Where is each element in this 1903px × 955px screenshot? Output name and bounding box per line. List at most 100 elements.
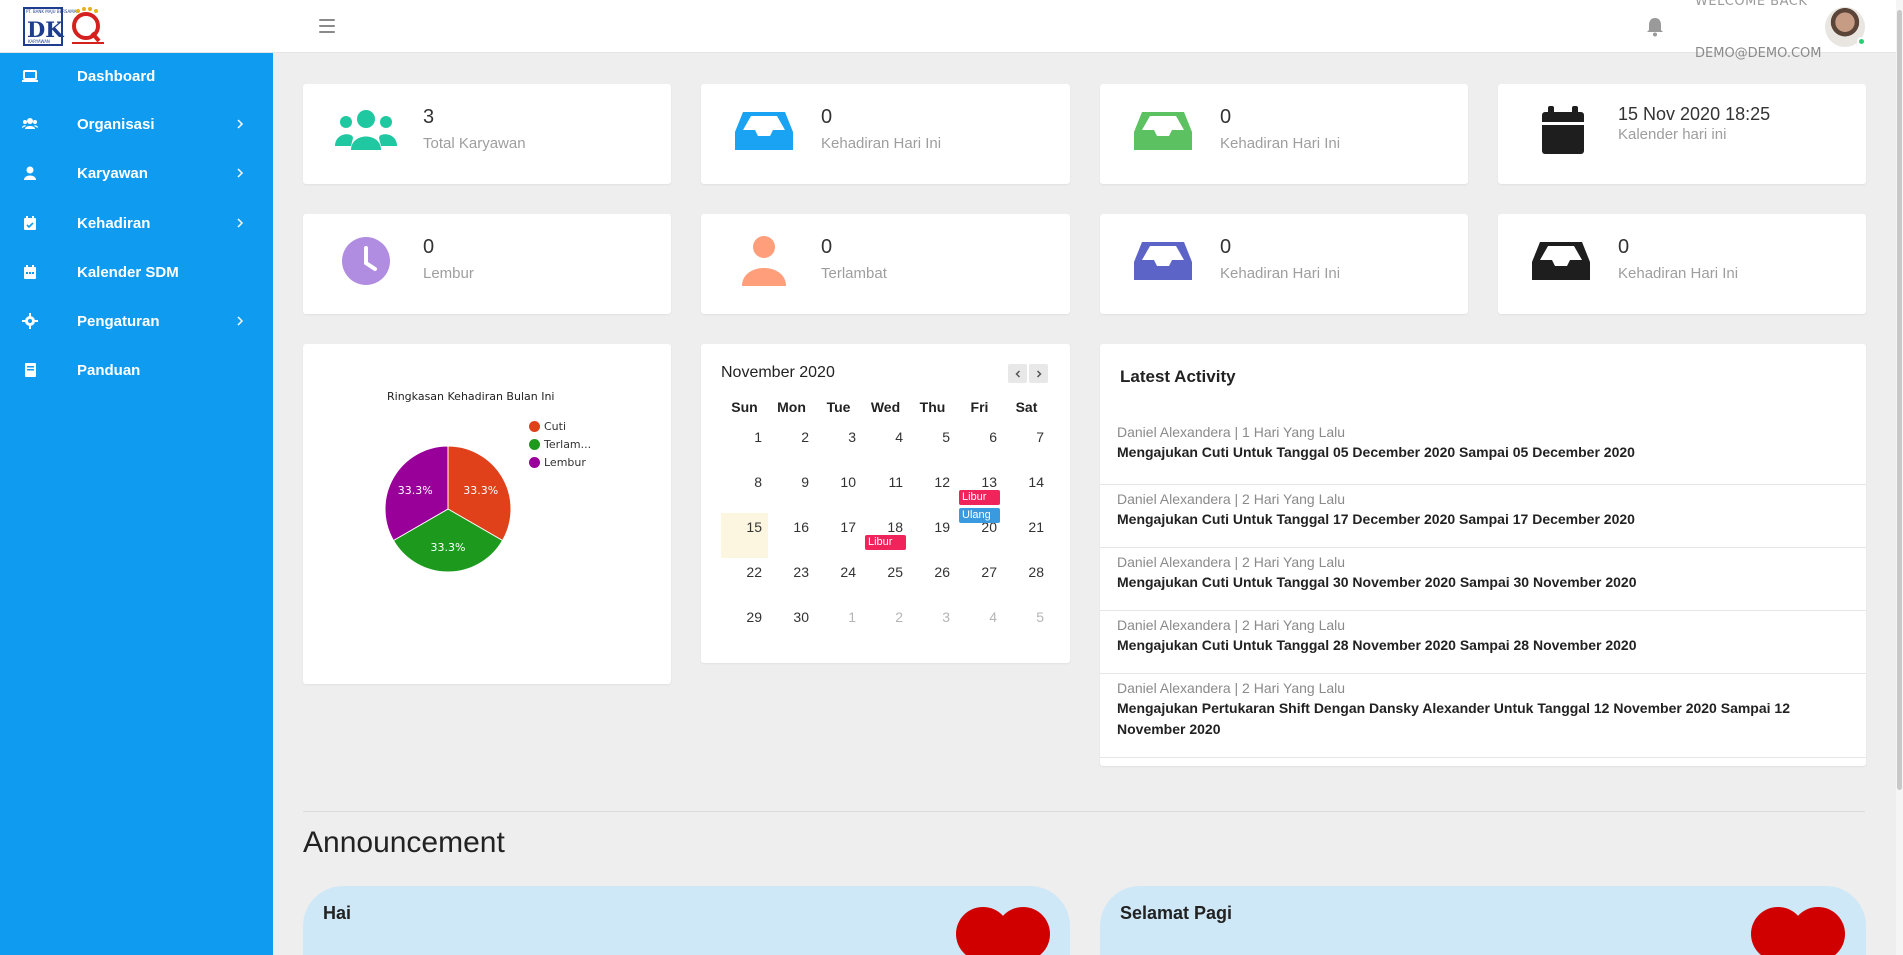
calendar-day[interactable]: 16 bbox=[768, 513, 815, 558]
sidebar-item-label: Organisasi bbox=[77, 115, 155, 133]
stat-value: 0 bbox=[821, 106, 833, 128]
sidebar-item-kalender-sdm[interactable]: Kalender SDM bbox=[0, 249, 273, 295]
calendar-day[interactable]: 4 bbox=[862, 423, 909, 468]
calendar-event[interactable]: Libur bbox=[959, 490, 1000, 505]
calendar-day[interactable]: 11 bbox=[862, 468, 909, 513]
calendar-day[interactable]: 12 bbox=[909, 468, 956, 513]
stat-card-kalender[interactable]: 15 Nov 2020 18:25 Kalender hari ini bbox=[1498, 84, 1866, 184]
heart-icon bbox=[1751, 907, 1845, 955]
stat-label: Total Karyawan bbox=[423, 135, 526, 152]
calendar-day[interactable]: 8 bbox=[721, 468, 768, 513]
chevron-right-icon bbox=[237, 119, 244, 129]
calendar-day-today[interactable]: 15 bbox=[721, 513, 768, 558]
calendar-day[interactable]: 28 bbox=[1003, 558, 1050, 603]
inbox-icon bbox=[1134, 112, 1192, 150]
calendar-day[interactable]: 5 bbox=[909, 423, 956, 468]
calendar-day[interactable]: 2 bbox=[862, 603, 909, 648]
sidebar-item-organisasi[interactable]: Organisasi bbox=[0, 101, 273, 147]
stat-card-total-karyawan[interactable]: 3 Total Karyawan bbox=[303, 84, 671, 184]
stat-label: Lembur bbox=[423, 265, 474, 282]
legend-item[interactable]: Cuti bbox=[529, 420, 566, 433]
announcement-card[interactable]: Hai bbox=[303, 886, 1070, 955]
calendar-check-icon bbox=[24, 216, 36, 230]
calendar-prev-button[interactable] bbox=[1008, 364, 1027, 383]
legend-swatch bbox=[529, 439, 540, 450]
activity-item[interactable]: Daniel Alexandera | 2 Hari Yang Lalu Men… bbox=[1100, 674, 1866, 758]
heart-icon bbox=[956, 907, 1050, 955]
calendar-day[interactable]: 1 bbox=[815, 603, 862, 648]
calendar-day[interactable]: 29 bbox=[721, 603, 768, 648]
user-email: DEMO@DEMO.COM bbox=[1695, 46, 1822, 61]
stat-value: 0 bbox=[1220, 106, 1232, 128]
stat-card-kehadiran-3[interactable]: 0 Kehadiran Hari Ini bbox=[1100, 214, 1468, 314]
scrollbar-thumb[interactable] bbox=[1897, 10, 1902, 790]
online-status-dot bbox=[1857, 37, 1866, 46]
calendar-day[interactable]: 24 bbox=[815, 558, 862, 603]
sidebar-item-karyawan[interactable]: Karyawan bbox=[0, 150, 273, 196]
calendar-weekday: Sun bbox=[731, 399, 758, 415]
calendar-day[interactable]: 30 bbox=[768, 603, 815, 648]
attendance-summary-card: Ringkasan Kehadiran Bulan Ini Cuti Terla… bbox=[303, 344, 671, 684]
announcement-title: Hai bbox=[323, 903, 352, 923]
calendar-day[interactable]: 25 bbox=[862, 558, 909, 603]
hamburger-menu-icon[interactable] bbox=[317, 16, 337, 36]
activity-item[interactable]: Daniel Alexandera | 2 Hari Yang Lalu Men… bbox=[1100, 485, 1866, 548]
calendar-day[interactable]: 23 bbox=[768, 558, 815, 603]
calendar-day[interactable]: 3 bbox=[815, 423, 862, 468]
calendar-day[interactable]: 5 bbox=[1003, 603, 1050, 648]
sidebar-item-pengaturan[interactable]: Pengaturan bbox=[0, 298, 273, 344]
calendar-day[interactable]: 17 bbox=[815, 513, 862, 558]
activity-item[interactable]: Daniel Alexandera | 2 Hari Yang Lalu Men… bbox=[1100, 548, 1866, 611]
user-icon bbox=[742, 236, 786, 286]
welcome-text: WELCOME BACK bbox=[1695, 0, 1808, 9]
calendar-day[interactable]: 10 bbox=[815, 468, 862, 513]
stat-label: Kehadiran Hari Ini bbox=[1220, 135, 1341, 152]
calendar-day[interactable]: 4 bbox=[956, 603, 1003, 648]
sidebar-item-kehadiran[interactable]: Kehadiran bbox=[0, 200, 273, 246]
legend-item[interactable]: Lembur bbox=[529, 456, 586, 469]
calendar-event[interactable]: Libur bbox=[865, 535, 906, 550]
calendar-day[interactable]: 26 bbox=[909, 558, 956, 603]
stat-card-kehadiran-4[interactable]: 0 Kehadiran Hari Ini bbox=[1498, 214, 1866, 314]
sidebar-item-label: Dashboard bbox=[77, 67, 156, 85]
company-logo[interactable]: PT. BANK MAJU BERSAMA DK KARYAWAN bbox=[23, 7, 76, 46]
sidebar-item-label: Kalender SDM bbox=[77, 263, 179, 281]
calendar-day[interactable]: 1 bbox=[721, 423, 768, 468]
calendar-weekday: Wed bbox=[870, 399, 901, 415]
calendar-next-button[interactable] bbox=[1029, 364, 1048, 383]
calendar-day[interactable]: 27 bbox=[956, 558, 1003, 603]
activity-meta: Daniel Alexandera | 2 Hari Yang Lalu bbox=[1117, 491, 1346, 507]
legend-item[interactable]: Terlam... bbox=[529, 438, 591, 451]
activity-item[interactable]: Daniel Alexandera | 1 Hari Yang Lalu Men… bbox=[1100, 422, 1866, 485]
legend-swatch bbox=[529, 457, 540, 468]
calendar-day[interactable]: 3 bbox=[909, 603, 956, 648]
calendar-day[interactable]: 21 bbox=[1003, 513, 1050, 558]
pie-slice-label: 33.3% bbox=[398, 484, 433, 497]
calendar-day[interactable]: 6 bbox=[956, 423, 1003, 468]
calendar-day[interactable]: 22 bbox=[721, 558, 768, 603]
announcement-card[interactable]: Selamat Pagi bbox=[1100, 886, 1866, 955]
bell-icon[interactable] bbox=[1645, 16, 1665, 38]
calendar-day[interactable]: 19 bbox=[909, 513, 956, 558]
sidebar-item-panduan[interactable]: Panduan bbox=[0, 347, 273, 393]
latest-activity-card: Latest Activity Daniel Alexandera | 1 Ha… bbox=[1100, 344, 1866, 766]
calendar-day[interactable]: 14 bbox=[1003, 468, 1050, 513]
user-icon bbox=[24, 166, 36, 180]
stat-card-kehadiran-1[interactable]: 0 Kehadiran Hari Ini bbox=[701, 84, 1070, 184]
sidebar-item-label: Panduan bbox=[77, 361, 141, 379]
calendar-event[interactable]: Ulang bbox=[959, 508, 1000, 523]
sidebar-item-label: Karyawan bbox=[77, 164, 148, 182]
laptop-icon bbox=[22, 70, 38, 82]
sidebar-item-dashboard[interactable]: Dashboard bbox=[0, 53, 273, 99]
stat-value: 0 bbox=[821, 236, 833, 258]
stat-label: Kehadiran Hari Ini bbox=[821, 135, 942, 152]
stat-card-terlambat[interactable]: 0 Terlambat bbox=[701, 214, 1070, 314]
calendar-day[interactable]: 7 bbox=[1003, 423, 1050, 468]
activity-item[interactable]: Daniel Alexandera | 2 Hari Yang Lalu Men… bbox=[1100, 611, 1866, 674]
calendar-day[interactable]: 2 bbox=[768, 423, 815, 468]
activity-text: Mengajukan Cuti Untuk Tanggal 05 Decembe… bbox=[1117, 444, 1635, 460]
clock-icon bbox=[342, 237, 390, 285]
stat-card-lembur[interactable]: 0 Lembur bbox=[303, 214, 671, 314]
calendar-day[interactable]: 9 bbox=[768, 468, 815, 513]
stat-card-kehadiran-2[interactable]: 0 Kehadiran Hari Ini bbox=[1100, 84, 1468, 184]
